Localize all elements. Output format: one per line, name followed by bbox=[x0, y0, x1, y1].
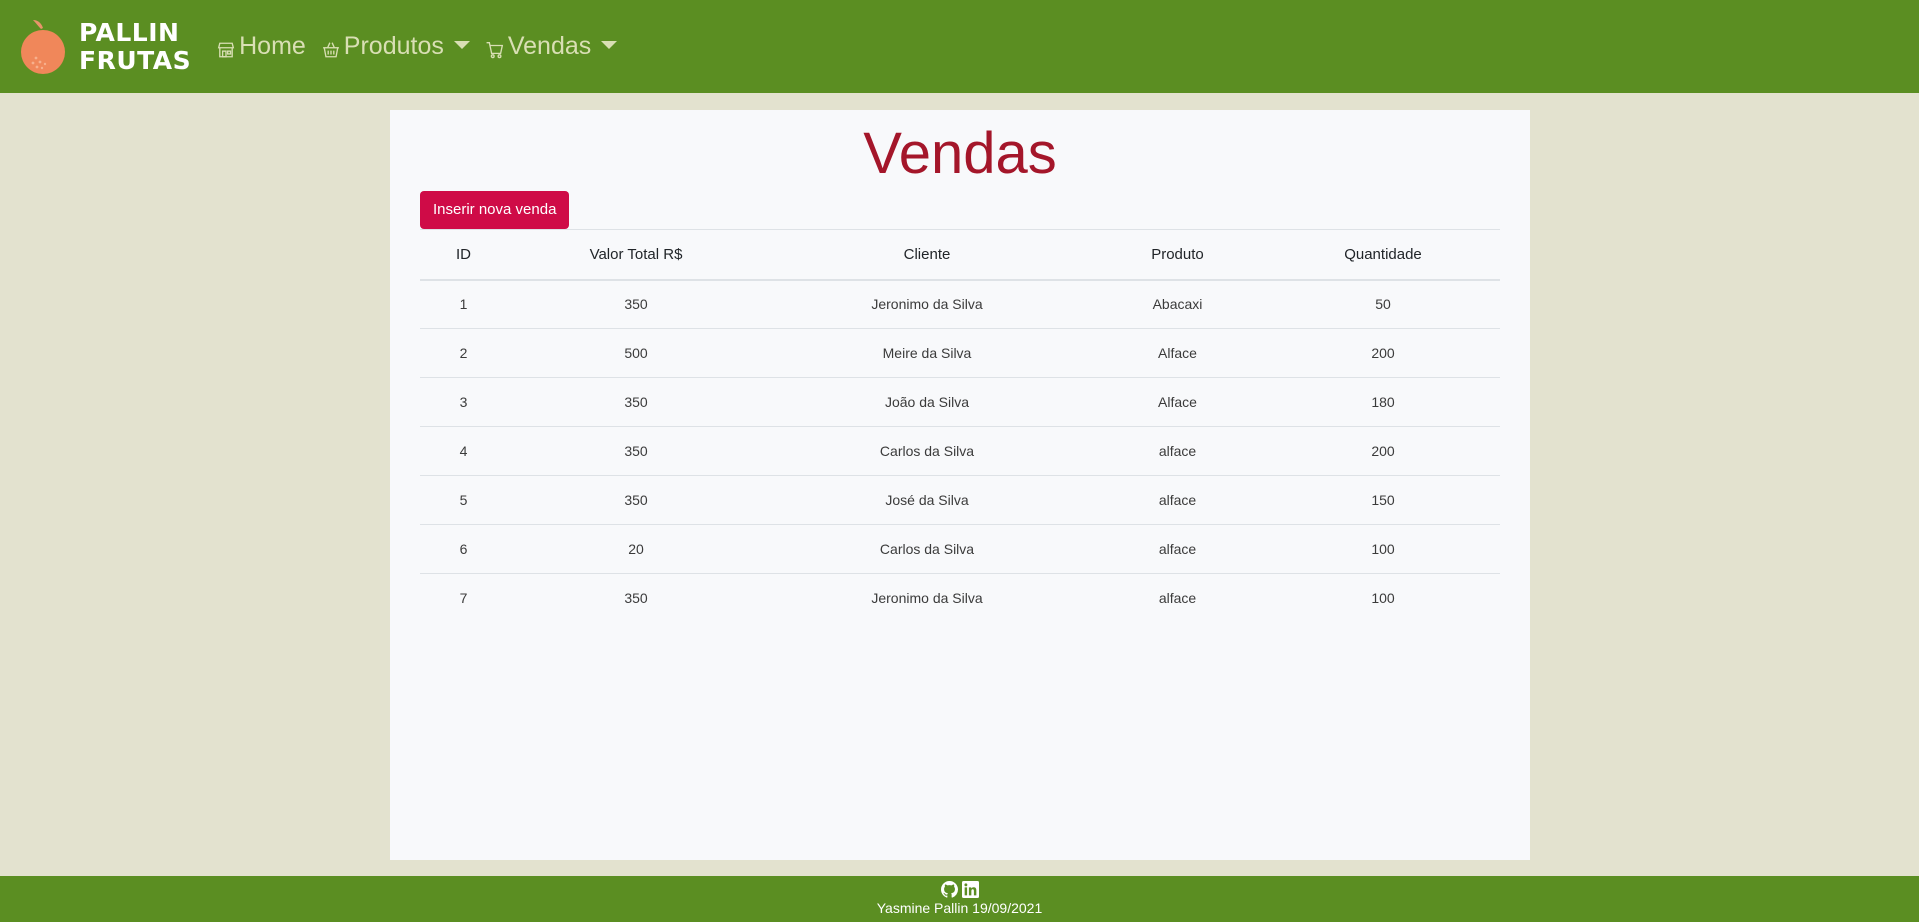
table-row: 6 20 Carlos da Silva alface 100 bbox=[420, 524, 1500, 574]
brand-home-link[interactable]: PALLIN FRUTAS bbox=[19, 0, 191, 93]
cell-quantidade: 200 bbox=[1266, 328, 1500, 378]
cell-id: 7 bbox=[459, 590, 468, 607]
nav-menu: Home Produtos Vendas bbox=[217, 0, 633, 93]
column-header-cliente: Cliente bbox=[765, 229, 1089, 281]
footer: Yasmine Pallin 19/09/2021 bbox=[0, 876, 1919, 922]
cell-valor-total: 350 bbox=[624, 590, 648, 607]
column-header-produto: Produto bbox=[1089, 229, 1266, 281]
cell-produto: alface bbox=[1158, 590, 1197, 607]
cell-quantidade: 50 bbox=[1266, 279, 1500, 329]
sales-table-container: ID Valor Total R$ Cliente Produto Quanti… bbox=[420, 229, 1500, 623]
cell-produto: Abacaxi bbox=[1089, 279, 1266, 329]
sales-card: Vendas Inserir nova venda ID Valor Total… bbox=[390, 110, 1530, 860]
cell-valor-total: 500 bbox=[507, 328, 765, 378]
table-row: 2 500 Meire da Silva Alface 200 bbox=[420, 328, 1500, 378]
footer-social-links bbox=[0, 876, 1919, 899]
table-row: 5 350 José da Silva alface 150 bbox=[420, 475, 1500, 525]
store-icon bbox=[217, 41, 235, 59]
nav-produtos-dropdown[interactable]: Produtos bbox=[322, 32, 470, 61]
cell-id: 3 bbox=[420, 377, 507, 427]
table-body: 1 350 Jeronimo da Silva Abacaxi 50 2 500… bbox=[420, 279, 1500, 623]
cell-produto: Alface bbox=[1089, 328, 1266, 378]
nav-vendas-label: Vendas bbox=[507, 32, 592, 60]
cell-id: 2 bbox=[420, 328, 507, 378]
table-row: 3 350 João da Silva Alface 180 bbox=[420, 377, 1500, 427]
table-row: 4 350 Carlos da Silva alface 200 bbox=[420, 426, 1500, 476]
table-row: 7 350 Jeronimo da Silva alface 100 bbox=[420, 574, 1500, 623]
nav-produtos-label: Produtos bbox=[343, 32, 444, 60]
cell-cliente: Carlos da Silva bbox=[765, 426, 1089, 476]
column-header-id: ID bbox=[420, 229, 507, 281]
brand-line1: PALLIN bbox=[79, 17, 180, 47]
table-row: 1 350 Jeronimo da Silva Abacaxi 50 bbox=[420, 279, 1500, 329]
footer-credit: Yasmine Pallin 19/09/2021 bbox=[876, 900, 1043, 916]
github-icon[interactable] bbox=[940, 881, 958, 898]
table-header: ID Valor Total R$ Cliente Produto Quanti… bbox=[420, 229, 1500, 281]
table-header-row: ID Valor Total R$ Cliente Produto Quanti… bbox=[420, 229, 1500, 281]
cell-quantidade: 200 bbox=[1266, 426, 1500, 476]
cell-id: 1 bbox=[420, 279, 507, 329]
chevron-down-icon bbox=[453, 40, 470, 49]
cell-valor-total: 20 bbox=[507, 524, 765, 574]
cell-quantidade: 100 bbox=[1371, 590, 1395, 607]
cell-cliente: Carlos da Silva bbox=[765, 524, 1089, 574]
cell-id: 5 bbox=[420, 475, 507, 525]
cell-produto: alface bbox=[1089, 524, 1266, 574]
column-header-quantidade: Quantidade bbox=[1266, 229, 1500, 281]
cell-cliente: Jeronimo da Silva bbox=[765, 279, 1089, 329]
cell-valor-total: 350 bbox=[507, 377, 765, 427]
orange-fruit-icon bbox=[19, 18, 67, 76]
cell-valor-total: 350 bbox=[507, 475, 765, 525]
cell-cliente: José da Silva bbox=[765, 475, 1089, 525]
navbar: PALLIN FRUTAS Home Produtos Vendas bbox=[0, 0, 1919, 93]
cell-cliente: João da Silva bbox=[765, 377, 1089, 427]
insert-sale-button[interactable]: Inserir nova venda bbox=[420, 191, 570, 229]
nav-home-label: Home bbox=[239, 32, 306, 60]
brand-name: PALLIN FRUTAS bbox=[79, 17, 192, 75]
cell-cliente: Jeronimo da Silva bbox=[871, 590, 983, 607]
nav-home[interactable]: Home bbox=[217, 32, 306, 61]
cell-produto: alface bbox=[1089, 426, 1266, 476]
sales-table: ID Valor Total R$ Cliente Produto Quanti… bbox=[420, 229, 1500, 623]
linkedin-icon[interactable] bbox=[961, 881, 979, 898]
brand-line2: FRUTAS bbox=[79, 45, 192, 75]
chevron-down-icon bbox=[601, 40, 618, 49]
cell-quantidade: 180 bbox=[1266, 377, 1500, 427]
page-title: Vendas bbox=[863, 121, 1057, 186]
nav-vendas-dropdown[interactable]: Vendas bbox=[486, 32, 618, 61]
cart-icon bbox=[486, 41, 504, 59]
cell-cliente: Meire da Silva bbox=[765, 328, 1089, 378]
column-header-valor-total: Valor Total R$ bbox=[507, 229, 765, 281]
cell-produto: alface bbox=[1089, 475, 1266, 525]
cell-valor-total: 350 bbox=[507, 279, 765, 329]
cell-id: 6 bbox=[420, 524, 507, 574]
cell-quantidade: 150 bbox=[1266, 475, 1500, 525]
cell-produto: Alface bbox=[1089, 377, 1266, 427]
cell-quantidade: 100 bbox=[1266, 524, 1500, 574]
cell-id: 4 bbox=[420, 426, 507, 476]
cell-valor-total: 350 bbox=[507, 426, 765, 476]
basket-icon bbox=[322, 41, 340, 59]
